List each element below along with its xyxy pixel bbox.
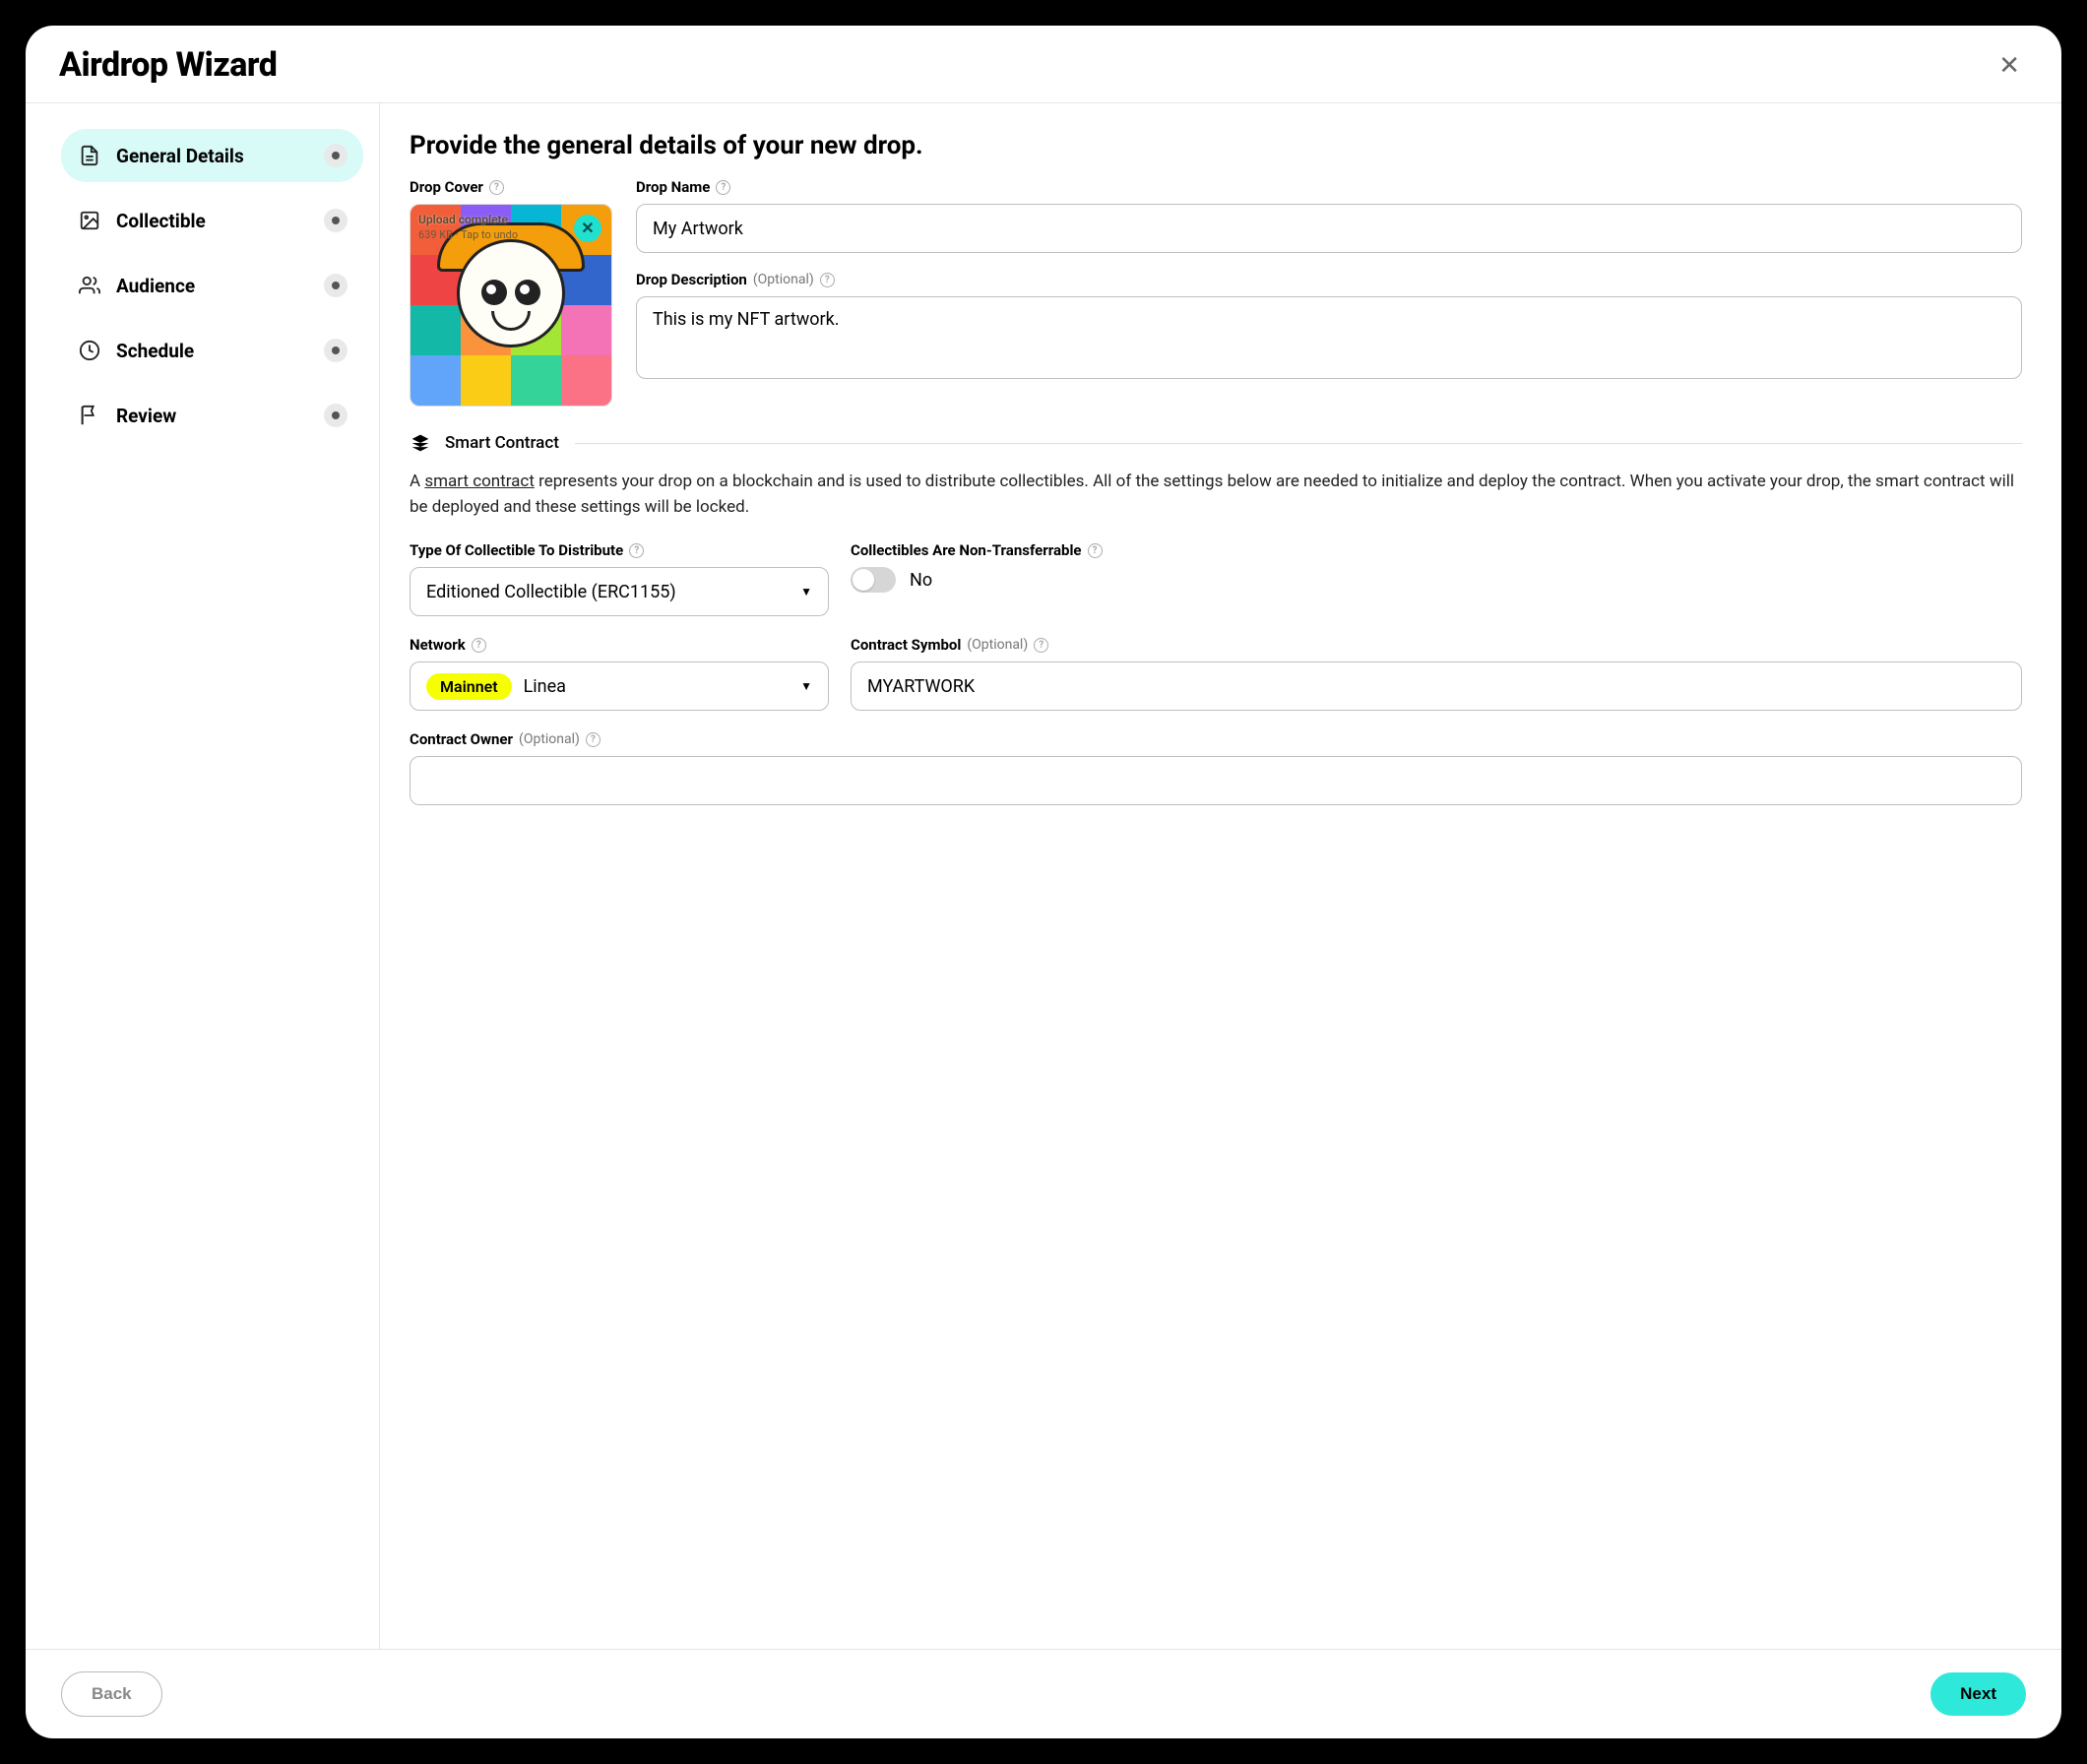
help-icon[interactable]: ? [716, 180, 730, 195]
step-label: Collectible [116, 210, 324, 232]
upload-size-text: 639 KB · Tap to undo [418, 228, 518, 241]
non-transferrable-label: Collectibles Are Non-Transferrable [851, 541, 1082, 559]
step-label: Schedule [116, 340, 324, 362]
mainnet-badge: Mainnet [426, 673, 512, 700]
wizard-sidebar: General Details Collectible Audience [26, 103, 380, 1649]
contract-symbol-input[interactable] [851, 662, 2022, 711]
help-icon[interactable]: ? [820, 273, 835, 287]
network-select[interactable]: Mainnet Linea ▼ [410, 662, 829, 711]
field-label: Network ? [410, 636, 829, 654]
modal-header: Airdrop Wizard ✕ [26, 26, 2061, 103]
contract-symbol-field: Contract Symbol (Optional) ? [851, 636, 2022, 711]
step-audience[interactable]: Audience [61, 259, 363, 312]
divider-line [575, 443, 2022, 444]
image-icon [77, 208, 102, 233]
help-icon[interactable]: ? [1088, 543, 1103, 558]
drop-description-input[interactable]: This is my NFT artwork. [636, 296, 2022, 379]
step-status-dot [324, 209, 348, 232]
chevron-down-icon: ▼ [800, 679, 812, 693]
contract-symbol-label: Contract Symbol [851, 636, 961, 654]
step-collectible[interactable]: Collectible [61, 194, 363, 247]
smart-contract-divider: Smart Contract [410, 432, 2022, 454]
type-value: Editioned Collectible (ERC1155) [426, 582, 676, 602]
type-select[interactable]: Editioned Collectible (ERC1155) ▼ [410, 567, 829, 616]
people-icon [77, 273, 102, 298]
flag-icon [77, 403, 102, 428]
modal-title: Airdrop Wizard [59, 45, 277, 85]
file-icon [77, 143, 102, 168]
layers-icon [410, 432, 431, 454]
name-description-column: Drop Name ? Drop Description (Optional) … [636, 178, 2022, 407]
field-label: Drop Name ? [636, 178, 2022, 196]
close-button[interactable]: ✕ [1991, 46, 2028, 85]
step-status-dot [324, 144, 348, 167]
non-transferrable-value: No [910, 570, 932, 591]
smart-contract-help-text: A smart contract represents your drop on… [410, 470, 2022, 520]
clock-icon [77, 338, 102, 363]
airdrop-wizard-modal: Airdrop Wizard ✕ General Details Collect… [26, 26, 2061, 1738]
contract-owner-field: Contract Owner (Optional) ? [410, 730, 2022, 805]
chevron-down-icon: ▼ [800, 585, 812, 598]
help-icon[interactable]: ? [586, 732, 601, 747]
field-label: Drop Cover ? [410, 178, 612, 196]
close-icon: ✕ [581, 219, 594, 238]
step-schedule[interactable]: Schedule [61, 324, 363, 377]
smart-contract-label: Smart Contract [445, 433, 559, 453]
optional-tag: (Optional) [519, 731, 580, 747]
help-icon[interactable]: ? [472, 638, 486, 653]
step-general-details[interactable]: General Details [61, 129, 363, 182]
network-field: Network ? Mainnet Linea ▼ [410, 636, 829, 711]
network-value: Linea [524, 676, 790, 697]
step-review[interactable]: Review [61, 389, 363, 442]
drop-name-label: Drop Name [636, 178, 710, 196]
optional-tag: (Optional) [967, 637, 1028, 653]
remove-cover-button[interactable]: ✕ [574, 215, 601, 242]
step-label: General Details [116, 145, 324, 167]
upload-status-text: Upload complete [418, 213, 508, 226]
contract-owner-input[interactable] [410, 756, 2022, 805]
step-status-dot [324, 404, 348, 427]
help-icon[interactable]: ? [629, 543, 644, 558]
field-label: Type Of Collectible To Distribute ? [410, 541, 829, 559]
drop-cover-label: Drop Cover [410, 178, 483, 196]
drop-cover-field: Drop Cover ? Upload complete 639 KB · Ta… [410, 178, 612, 407]
wizard-content: Provide the general details of your new … [380, 103, 2061, 1649]
drop-cover-preview[interactable]: Upload complete 639 KB · Tap to undo ✕ [410, 204, 612, 407]
field-label: Collectibles Are Non-Transferrable ? [851, 541, 2022, 559]
field-label: Drop Description (Optional) ? [636, 271, 2022, 288]
section-heading: Provide the general details of your new … [410, 131, 2022, 160]
step-label: Audience [116, 275, 324, 297]
step-status-dot [324, 274, 348, 297]
drop-description-label: Drop Description [636, 271, 747, 288]
step-label: Review [116, 405, 324, 427]
modal-body: General Details Collectible Audience [26, 103, 2061, 1649]
optional-tag: (Optional) [753, 272, 814, 287]
smart-contract-link[interactable]: smart contract [424, 472, 535, 491]
help-icon[interactable]: ? [489, 180, 504, 195]
field-label: Contract Owner (Optional) ? [410, 730, 2022, 748]
modal-footer: Back Next [26, 1649, 2061, 1738]
contract-owner-label: Contract Owner [410, 730, 513, 748]
next-button[interactable]: Next [1930, 1672, 2026, 1716]
help-icon[interactable]: ? [1034, 638, 1048, 653]
type-field: Type Of Collectible To Distribute ? Edit… [410, 541, 829, 616]
type-label: Type Of Collectible To Distribute [410, 541, 623, 559]
non-transferrable-toggle[interactable] [851, 567, 896, 593]
drop-name-input[interactable] [636, 204, 2022, 253]
field-label: Contract Symbol (Optional) ? [851, 636, 2022, 654]
step-status-dot [324, 339, 348, 362]
non-transferrable-field: Collectibles Are Non-Transferrable ? No [851, 541, 2022, 616]
back-button[interactable]: Back [61, 1671, 162, 1717]
network-label: Network [410, 636, 466, 654]
close-icon: ✕ [1998, 50, 2020, 80]
